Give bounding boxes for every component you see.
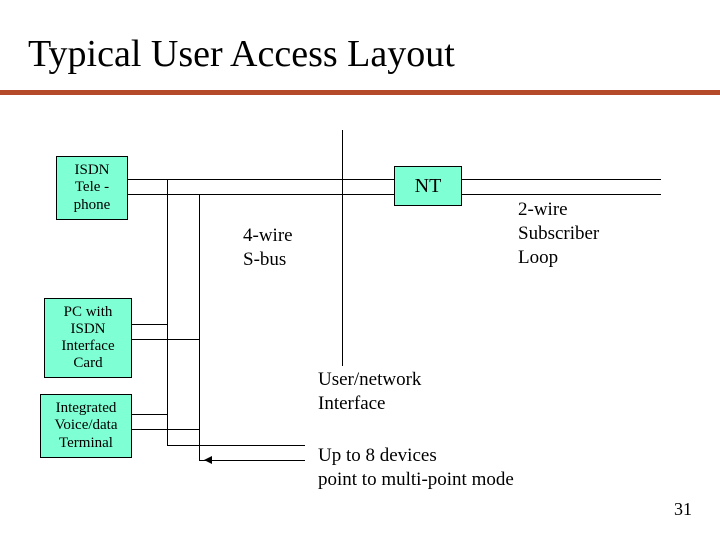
uni-boundary <box>342 130 343 366</box>
wire-term-to-bus-bot <box>128 429 200 430</box>
wire-pc-to-bus-top <box>128 324 168 325</box>
sbus-vertical-right <box>199 194 200 460</box>
node-nt: NT <box>394 166 462 206</box>
label-sbus: 4-wire S-bus <box>243 224 293 272</box>
slide: Typical User Access Layout ISDN Tele - p… <box>0 0 720 540</box>
node-isdn-telephone: ISDN Tele - phone <box>56 156 128 220</box>
title-underline <box>0 90 720 95</box>
node-isdn-telephone-label: ISDN Tele - phone <box>70 160 115 216</box>
wire-isdn-to-bus-bot <box>128 194 394 195</box>
label-subscriber-loop: 2-wire Subscriber Loop <box>518 198 599 269</box>
wire-isdn-to-bus-top <box>128 179 394 180</box>
wire-term-to-bus-top <box>128 414 168 415</box>
node-pc-isdn-card-label: PC with ISDN Interface Card <box>57 302 118 375</box>
wire-pc-to-bus-bot <box>128 339 200 340</box>
page-number: 31 <box>674 499 692 520</box>
wire-bottom-top <box>167 445 305 446</box>
page-title: Typical User Access Layout <box>28 34 455 76</box>
wire-nt-loop-bot <box>461 194 661 195</box>
label-multipoint-note: Up to 8 devices point to multi-point mod… <box>318 444 514 492</box>
node-integrated-terminal: Integrated Voice/data Terminal <box>40 394 132 458</box>
wire-nt-loop-top <box>461 179 661 180</box>
label-user-network-interface: User/network Interface <box>318 368 421 416</box>
sbus-vertical-left <box>167 179 168 445</box>
node-integrated-terminal-label: Integrated Voice/data Terminal <box>50 398 121 454</box>
node-pc-isdn-card: PC with ISDN Interface Card <box>44 298 132 378</box>
wire-bottom-bot <box>199 460 305 461</box>
node-nt-label: NT <box>411 173 446 200</box>
